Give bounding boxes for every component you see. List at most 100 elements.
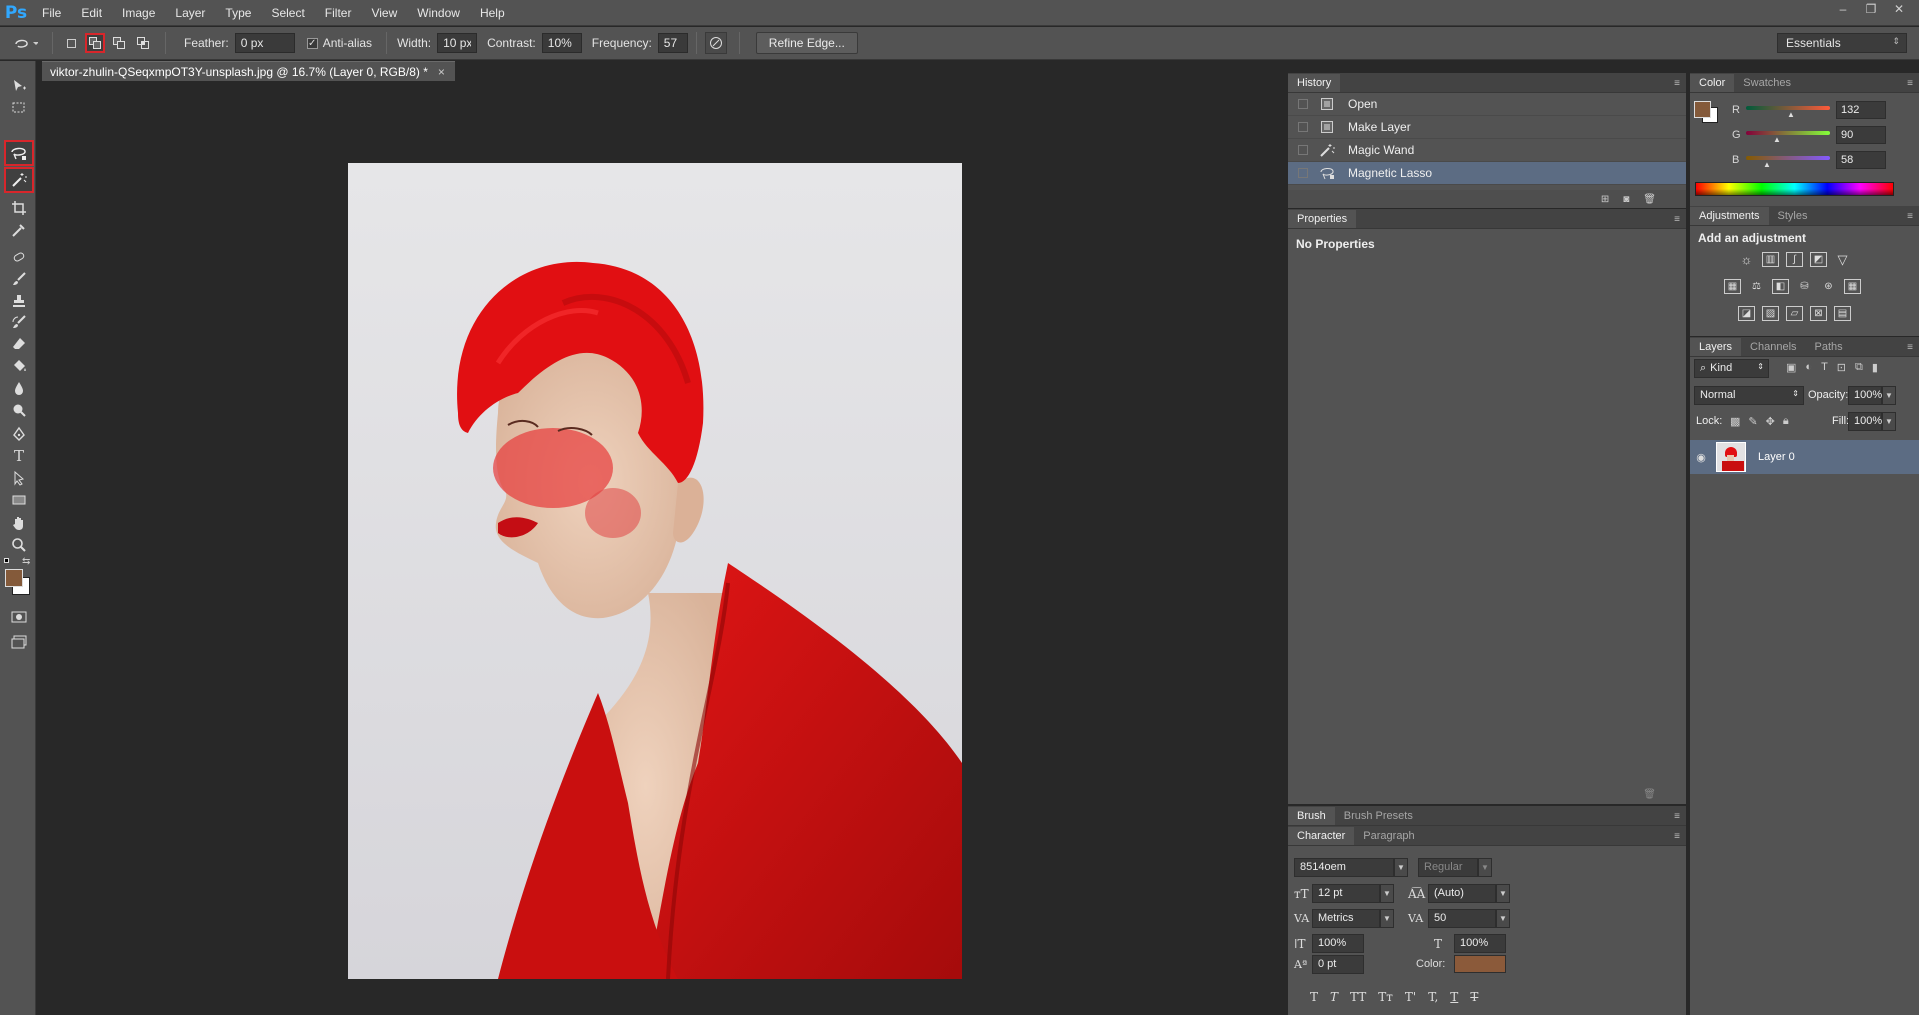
new-selection-button[interactable] [61,33,81,53]
photo-filter-icon[interactable]: ⛁ [1796,279,1813,294]
text-color-swatch[interactable] [1454,955,1506,973]
history-item[interactable]: Magnetic Lasso [1288,162,1686,185]
pen-tool[interactable] [8,423,30,445]
quick-mask-tool[interactable] [8,606,30,628]
panel-menu-icon[interactable]: ≡ [1901,78,1919,92]
tab-character[interactable]: Character [1288,827,1355,845]
green-value-field[interactable] [1836,126,1886,144]
snapshot-source-checkbox[interactable] [1298,168,1308,178]
history-item[interactable]: Magic Wand [1288,139,1686,162]
hand-tool[interactable] [8,512,30,534]
menu-file[interactable]: File [32,0,71,26]
brush-tool[interactable] [8,268,30,290]
add-to-selection-button[interactable] [85,33,105,53]
threshold-icon[interactable]: ▱ [1786,306,1803,321]
font-family-field[interactable]: 8514oem [1294,858,1394,877]
spot-healing-tool[interactable] [8,246,30,268]
faux-bold-button[interactable]: T [1310,990,1318,1004]
green-slider[interactable] [1746,131,1830,135]
magnetic-lasso-tool[interactable] [4,140,34,166]
eyedropper-tool[interactable] [8,219,30,241]
close-tab-icon[interactable]: × [438,65,445,81]
fill-field[interactable]: 100% [1848,412,1882,431]
type-filter-icon[interactable]: T [1821,361,1828,374]
tab-channels[interactable]: Channels [1741,338,1805,356]
slider-thumb-icon[interactable]: ▲ [1763,160,1771,169]
menu-image[interactable]: Image [112,0,165,26]
chevron-down-icon[interactable]: ▼ [1478,858,1492,877]
tab-history[interactable]: History [1288,74,1341,92]
chevron-down-icon[interactable]: ▼ [1394,858,1408,877]
smart-object-filter-icon[interactable]: ⧉ [1855,361,1863,374]
feather-input[interactable] [234,33,295,53]
subtract-from-selection-button[interactable] [109,33,129,53]
crop-tool[interactable] [8,197,30,219]
small-caps-button[interactable]: Tт [1378,990,1393,1004]
underline-button[interactable]: T [1450,990,1458,1004]
lock-position-icon[interactable]: ✥ [1766,415,1775,428]
tab-layers[interactable]: Layers [1690,338,1742,356]
workspace-select[interactable]: Essentials ⇕ [1777,33,1907,53]
tool-preset-picker[interactable] [10,33,40,53]
blue-value-field[interactable] [1836,151,1886,169]
rectangle-tool[interactable] [8,489,30,511]
subscript-button[interactable]: T, [1428,990,1438,1004]
tab-adjustments[interactable]: Adjustments [1690,207,1769,225]
color-balance-icon[interactable]: ⚖ [1748,279,1765,294]
close-button[interactable]: ✕ [1885,0,1913,18]
levels-icon[interactable]: ▥ [1762,252,1779,267]
all-caps-button[interactable]: TT [1350,990,1366,1004]
filter-toggle-icon[interactable]: ▮ [1872,361,1878,374]
menu-view[interactable]: View [361,0,407,26]
baseline-shift-field[interactable]: 0 pt [1312,955,1364,974]
rectangular-marquee-tool[interactable] [8,97,30,119]
intersect-selection-button[interactable] [133,33,153,53]
menu-filter[interactable]: Filter [315,0,362,26]
dodge-tool[interactable] [8,399,30,421]
tab-paths[interactable]: Paths [1806,338,1852,356]
posterize-icon[interactable]: ▨ [1762,306,1779,321]
swap-colors-icon[interactable]: ⇆ [22,556,30,567]
vibrance-icon[interactable]: ▽ [1834,252,1851,267]
brightness-icon[interactable]: ☼ [1738,252,1755,267]
horizontal-scale-field[interactable]: 100% [1454,934,1506,953]
eraser-tool[interactable] [8,333,30,355]
tracking-field[interactable]: 50 [1428,909,1496,928]
tab-styles[interactable]: Styles [1769,207,1817,225]
refine-edge-button[interactable]: Refine Edge... [755,32,858,54]
font-size-field[interactable]: 12 pt [1312,884,1380,903]
width-input[interactable] [437,33,478,53]
new-document-from-state-icon[interactable]: ⊞ [1601,194,1609,205]
vertical-scale-field[interactable]: 100% [1312,934,1364,953]
history-brush-tool[interactable] [8,311,30,333]
lock-all-icon[interactable]: 🔒︎ [1783,415,1789,428]
opacity-field[interactable]: 100% [1848,386,1882,405]
camera-icon[interactable]: ◙ [1623,194,1629,205]
magic-wand-tool[interactable] [4,167,34,193]
trash-icon[interactable]: 🗑 [1643,194,1656,205]
chevron-down-icon[interactable]: ▼ [1380,884,1394,903]
menu-edit[interactable]: Edit [71,0,112,26]
snapshot-source-checkbox[interactable] [1298,99,1308,109]
strikethrough-button[interactable]: T [1470,990,1478,1004]
chevron-down-icon[interactable]: ▼ [1496,909,1510,928]
frequency-input[interactable] [657,33,688,53]
chevron-down-icon[interactable]: ▼ [1882,412,1896,431]
panel-menu-icon[interactable]: ≡ [1901,211,1919,225]
invert-icon[interactable]: ◪ [1738,306,1755,321]
slider-thumb-icon[interactable]: ▲ [1787,110,1795,119]
default-colors-icon[interactable] [4,558,12,566]
blend-mode-select[interactable]: Normal ⇕ [1694,386,1804,405]
red-value-field[interactable] [1836,101,1886,119]
color-lookup-icon[interactable]: ▦ [1844,279,1861,294]
pixel-filter-icon[interactable]: ▣ [1786,361,1796,374]
panel-menu-icon[interactable]: ≡ [1668,811,1686,825]
paint-bucket-tool[interactable] [8,355,30,377]
slider-thumb-icon[interactable]: ▲ [1773,135,1781,144]
hue-saturation-icon[interactable]: ▦ [1724,279,1741,294]
canvas-image[interactable] [348,163,962,979]
menu-layer[interactable]: Layer [165,0,215,26]
chevron-down-icon[interactable]: ▼ [1496,884,1510,903]
document-tab[interactable]: viktor-zhulin-QSeqxmpOT3Y-unsplash.jpg @… [42,61,455,81]
menu-type[interactable]: Type [215,0,261,26]
